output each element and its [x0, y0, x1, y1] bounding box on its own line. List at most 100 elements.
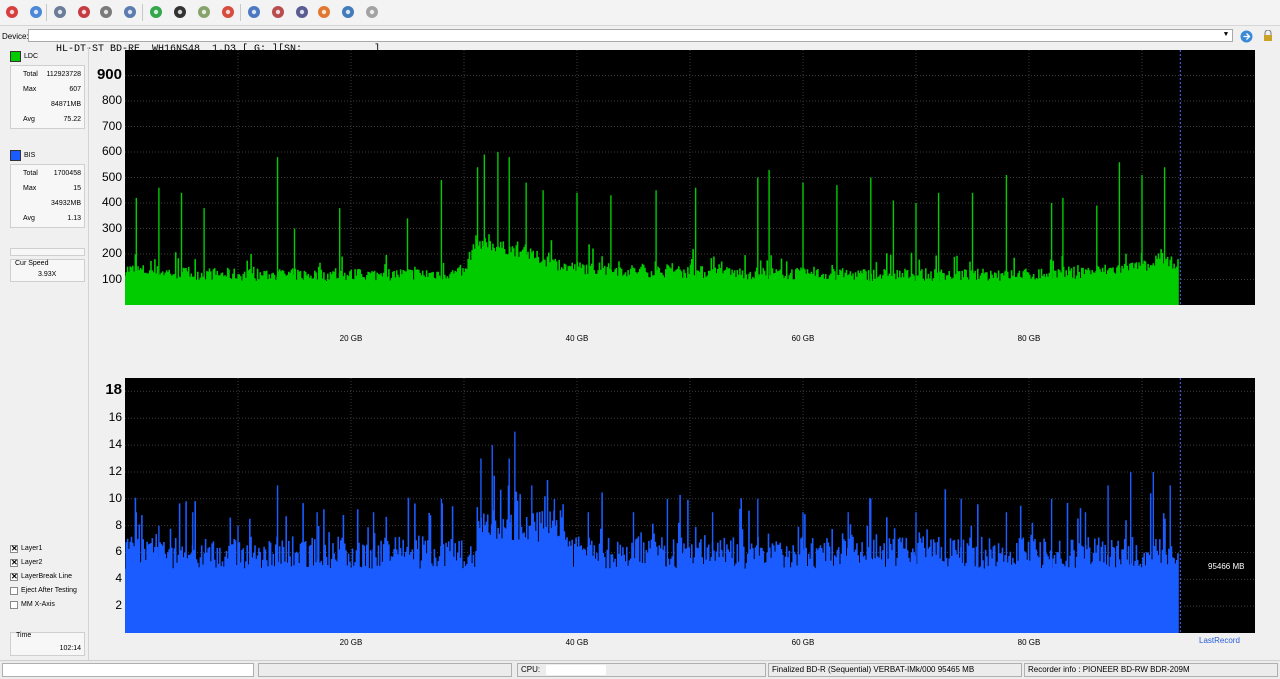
globe-icon[interactable]	[172, 4, 188, 20]
bis-y-tick: 6	[115, 544, 122, 559]
refresh-icon[interactable]	[148, 4, 164, 20]
ldc-swatch	[10, 50, 21, 62]
eject-checkbox[interactable]	[10, 586, 18, 595]
status-bar: CPU: Finalized BD-R (Sequential) VERBAT-…	[0, 660, 1280, 679]
bis-swatch	[10, 149, 21, 161]
ldc-y-tick: 800	[101, 93, 122, 107]
mm-xaxis-checkbox[interactable]	[10, 600, 18, 609]
bis-y-tick: 8	[115, 517, 122, 532]
ldc-x-tick: 80 GB	[1017, 334, 1041, 343]
status-message	[258, 663, 512, 677]
speed-value: 3.93X	[38, 271, 57, 278]
toolbar-separator	[46, 4, 47, 21]
ldc-y-tick: 100	[101, 271, 122, 286]
layer2-option[interactable]: ✕ Layer2	[10, 557, 42, 568]
bis-y-tick: 14	[108, 437, 122, 452]
info-icon[interactable]	[246, 4, 262, 20]
device-bar: Device: HL-DT-ST BD-RE WH16NS48 1.D3 [ G…	[0, 27, 1280, 55]
pin-icon[interactable]	[364, 4, 380, 20]
chart-icon[interactable]	[340, 4, 356, 20]
ldc-total-label: Total	[23, 71, 38, 78]
layer2-checkbox[interactable]: ✕	[10, 558, 18, 567]
ldc-y-tick: 200	[101, 246, 122, 260]
bis-avg-label: Avg	[23, 215, 35, 222]
speed-box: Cur Speed 3.93X	[10, 259, 85, 282]
layer1-option[interactable]: ✕ Layer1	[10, 543, 42, 554]
bis-avg-value: 1.13	[67, 215, 81, 222]
ldc-y-tick: 400	[101, 195, 122, 209]
disc-scan-icon[interactable]	[270, 4, 286, 20]
stop-icon[interactable]	[220, 4, 236, 20]
ldc-x-tick: 40 GB	[565, 334, 589, 343]
ldc-x-tick: 60 GB	[791, 334, 815, 343]
ldc-y-tick: 300	[101, 220, 122, 235]
bis-y-tick: 4	[115, 571, 122, 586]
left-panel: LDC Total 112923728 Max 607 84871MB Avg 75.…	[0, 47, 89, 660]
disc-eject-icon[interactable]	[98, 4, 114, 20]
eject-icon[interactable]	[1261, 29, 1275, 43]
save-icon[interactable]	[122, 4, 138, 20]
target-icon[interactable]	[294, 4, 310, 20]
chevron-down-icon[interactable]: ▼	[1221, 30, 1231, 41]
refresh-device-icon[interactable]	[1239, 29, 1253, 43]
bis-max-value: 15	[73, 185, 81, 192]
bis-x-tick: 20 GB	[339, 638, 363, 647]
ldc-total-value: 112923728	[46, 71, 81, 78]
status-disc: Finalized BD-R (Sequential) VERBAT-IMk/0…	[768, 663, 1022, 677]
bis-legend: BIS	[10, 149, 35, 161]
drive-info-icon[interactable]	[52, 4, 68, 20]
bis-total-label: Total	[23, 170, 38, 177]
ldc-avg-value: 75.22	[63, 116, 81, 123]
ldc-baseline	[125, 234, 1179, 305]
layer2-label: Layer2	[21, 559, 43, 566]
bis-x-tick: 60 GB	[791, 638, 815, 647]
progress-bar	[10, 248, 85, 256]
flame-icon[interactable]	[316, 4, 332, 20]
bis-x-tick: 80 GB	[1017, 638, 1041, 647]
ldc-max-label: Max	[23, 86, 37, 93]
ldc-y-tick: 600	[101, 144, 122, 158]
ldc-legend: LDC	[10, 50, 38, 62]
last-record-label: LastRecord	[1199, 636, 1240, 645]
layerbreak-option[interactable]: ✕ LayerBreak Line	[10, 571, 72, 582]
check-icon[interactable]	[196, 4, 212, 20]
device-select[interactable]: HL-DT-ST BD-RE WH16NS48 1.D3 [ G: ][SN: …	[28, 29, 1233, 55]
bis-y-tick: 18	[105, 381, 122, 399]
bis-annotation: 95466 MB	[1208, 562, 1244, 571]
bis-series	[125, 431, 1179, 633]
ldc-y-tick: 500	[101, 169, 122, 184]
layerbreak-checkbox[interactable]: ✕	[10, 572, 18, 581]
bis-stats: Total 1700458 Max 15 34932MB Avg 1.13	[10, 164, 85, 228]
power-icon[interactable]	[4, 4, 20, 20]
bis-x-tick: 40 GB	[565, 638, 589, 647]
ldc-max-value: 607	[69, 86, 81, 93]
bis-y-tick: 10	[108, 490, 122, 505]
toolbar	[0, 0, 1280, 26]
eject-label: Eject After Testing	[21, 587, 77, 594]
bis-baseline	[125, 475, 1179, 633]
mm-xaxis-option[interactable]: MM X-Axis	[10, 599, 55, 610]
layer1-checkbox[interactable]: ✕	[10, 544, 18, 553]
ldc-max-position: 84871MB	[51, 101, 81, 108]
disc-red-icon[interactable]	[76, 4, 92, 20]
cpu-meter	[546, 665, 606, 675]
ldc-label: LDC	[24, 52, 39, 60]
time-value: 102:14	[59, 645, 81, 652]
eject-option[interactable]: Eject After Testing	[10, 585, 77, 596]
device-label: Device:	[2, 32, 29, 41]
ldc-y-tick: 700	[101, 118, 122, 133]
ldc-series	[125, 152, 1179, 305]
wand-icon[interactable]	[28, 4, 44, 20]
ldc-y-tick: 900	[96, 65, 122, 83]
time-box: Time 102:14	[10, 632, 85, 656]
layer1-label: Layer1	[21, 545, 43, 552]
bis-chart: 95466 MB	[125, 378, 1255, 633]
ldc-avg-label: Avg	[23, 116, 35, 123]
time-label: Time	[16, 632, 32, 639]
ldc-x-tick: 20 GB	[339, 334, 363, 343]
cpu-label: CPU:	[521, 665, 541, 674]
bis-max-position: 34932MB	[51, 200, 81, 207]
layerbreak-label: LayerBreak Line	[21, 573, 72, 580]
bis-total-value: 1700458	[53, 170, 81, 177]
bis-y-tick: 16	[108, 410, 122, 425]
